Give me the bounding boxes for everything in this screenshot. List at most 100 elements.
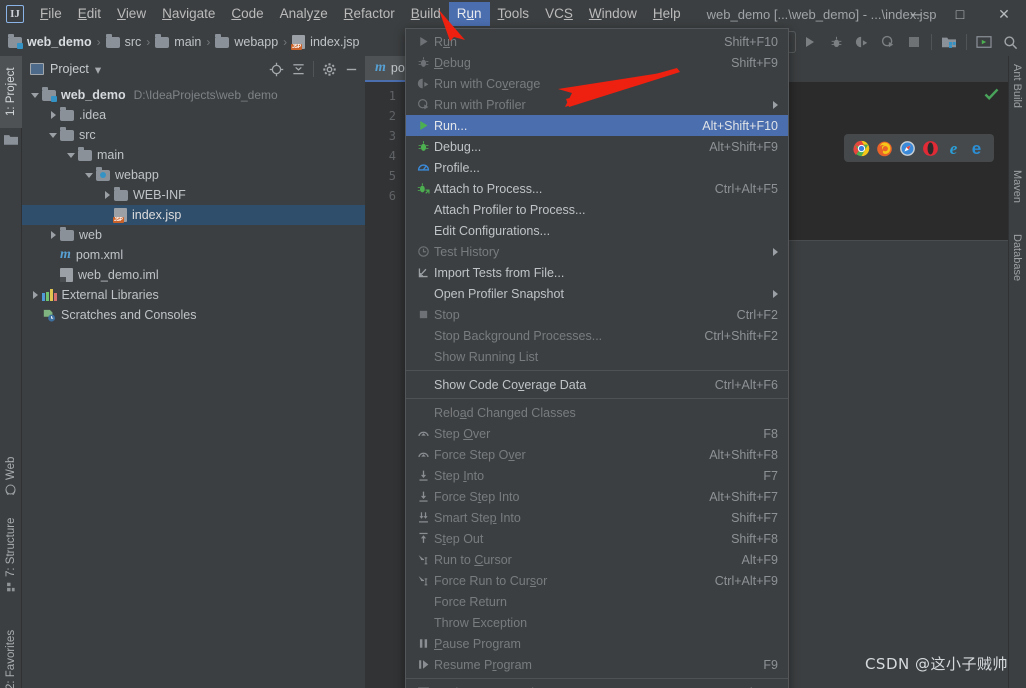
menu-item-pause-program[interactable]: Pause Program: [406, 633, 788, 654]
menu-item-edit-configurations[interactable]: Edit Configurations...: [406, 220, 788, 241]
menu-item-run-with-coverage[interactable]: Run with Coverage: [406, 73, 788, 94]
menubar-item-tools[interactable]: Tools: [490, 2, 538, 27]
menu-item-show-code-coverage-data[interactable]: Show Code Coverage Data Ctrl+Alt+F6: [406, 374, 788, 395]
chevron-right-icon[interactable]: [46, 225, 60, 245]
menu-item-force-step-over[interactable]: Force Step Over Alt+Shift+F8: [406, 444, 788, 465]
menubar-item-build[interactable]: Build: [403, 2, 449, 27]
breadcrumb-item-index-jsp[interactable]: index.jsp: [292, 35, 359, 49]
tree-node-web[interactable]: web: [22, 225, 365, 245]
menu-item-run-with-profiler[interactable]: Run with Profiler: [406, 94, 788, 115]
menu-item-resume-program[interactable]: Resume Program F9: [406, 654, 788, 675]
internet-explorer-icon[interactable]: e: [945, 140, 962, 157]
collapse-all-icon[interactable]: [288, 59, 308, 79]
chevron-down-icon[interactable]: [64, 145, 78, 165]
menu-item-step-out[interactable]: Step Out Shift+F8: [406, 528, 788, 549]
chevron-right-icon[interactable]: [100, 185, 114, 205]
menubar-item-help[interactable]: Help: [645, 2, 689, 27]
breadcrumb-item-webapp[interactable]: webapp: [215, 35, 278, 49]
menubar-item-navigate[interactable]: Navigate: [154, 2, 223, 27]
menu-item-attach-profiler-to-process[interactable]: Attach Profiler to Process...: [406, 199, 788, 220]
chevron-down-icon[interactable]: [82, 165, 96, 185]
tree-node-main[interactable]: main: [22, 145, 365, 165]
gear-icon[interactable]: [319, 59, 339, 79]
breadcrumb-item-src[interactable]: src: [106, 35, 142, 49]
menubar-item-view[interactable]: View: [109, 2, 154, 27]
debug-button[interactable]: [824, 31, 848, 53]
run-menu-dropdown[interactable]: Run Shift+F10 Debug Shift+F9 Run with Covera…: [405, 28, 789, 688]
maximize-button[interactable]: □: [938, 0, 982, 28]
menu-item-force-run-to-cursor[interactable]: Force Run to Cursor Ctrl+Alt+F9: [406, 570, 788, 591]
chevron-down-icon[interactable]: [28, 85, 42, 105]
tree-node-web_demo[interactable]: web_demo D:\IdeaProjects\web_demo: [22, 85, 365, 105]
minimize-icon[interactable]: [341, 59, 361, 79]
menu-item-run[interactable]: Run... Alt+Shift+F10: [406, 115, 788, 136]
menu-item-run[interactable]: Run Shift+F10: [406, 31, 788, 52]
sidebar-tab-ant-build[interactable]: Ant Build: [1008, 60, 1026, 112]
menubar-item-run[interactable]: Run: [449, 2, 490, 27]
menu-item-step-into[interactable]: Step Into F7: [406, 465, 788, 486]
tree-node-external-libraries[interactable]: External Libraries: [22, 285, 365, 305]
firefox-icon[interactable]: [876, 140, 893, 157]
menu-item-force-step-into[interactable]: Force Step Into Alt+Shift+F7: [406, 486, 788, 507]
sidebar-tab-structure[interactable]: 7: Structure: [0, 508, 22, 602]
menu-item-evaluate-expression[interactable]: Evaluate Expression...Alt+F8: [406, 682, 788, 688]
menu-item-debug[interactable]: Debug... Alt+Shift+F9: [406, 136, 788, 157]
menubar-item-edit[interactable]: Edit: [70, 2, 109, 27]
tree-node-src[interactable]: src: [22, 125, 365, 145]
select-run-config-button[interactable]: [972, 31, 996, 53]
menu-item-import-tests-from-file[interactable]: Import Tests from File...: [406, 262, 788, 283]
edge-icon[interactable]: e: [968, 140, 985, 157]
chevron-right-icon[interactable]: [46, 105, 60, 125]
breadcrumb-item-main[interactable]: main: [155, 35, 201, 49]
menubar-item-refactor[interactable]: Refactor: [336, 2, 403, 27]
tree-node-webapp[interactable]: webapp: [22, 165, 365, 185]
sidebar-tab-favorites[interactable]: 2: Favorites: [0, 612, 22, 688]
menu-item-debug[interactable]: Debug Shift+F9: [406, 52, 788, 73]
tree-node-web_demo-iml[interactable]: web_demo.iml: [22, 265, 365, 285]
menu-item-stop[interactable]: Stop Ctrl+F2: [406, 304, 788, 325]
menu-item-profile[interactable]: Profile...: [406, 157, 788, 178]
sidebar-tab-project[interactable]: 1: Project: [0, 56, 22, 128]
menu-item-step-over[interactable]: Step Over F8: [406, 423, 788, 444]
tree-node--idea[interactable]: .idea: [22, 105, 365, 125]
chevron-down-icon[interactable]: ▾: [95, 62, 101, 77]
tree-node-web-inf[interactable]: WEB-INF: [22, 185, 365, 205]
chrome-icon[interactable]: [853, 140, 870, 157]
menubar-item-window[interactable]: Window: [581, 2, 645, 27]
project-tree[interactable]: web_demo D:\IdeaProjects\web_demo .idea src…: [22, 82, 365, 688]
sidebar-tab-database[interactable]: Database: [1008, 228, 1026, 288]
menubar-item-analyze[interactable]: Analyze: [272, 2, 336, 27]
menu-item-show-running-list[interactable]: Show Running List: [406, 346, 788, 367]
menu-item-throw-exception[interactable]: Throw Exception: [406, 612, 788, 633]
menu-item-test-history[interactable]: Test History: [406, 241, 788, 262]
target-icon[interactable]: [266, 59, 286, 79]
menu-item-stop-background-processes[interactable]: Stop Background Processes... Ctrl+Shift+F…: [406, 325, 788, 346]
chevron-right-icon[interactable]: [28, 285, 42, 305]
menubar-item-vcs[interactable]: VCS: [537, 2, 581, 27]
run-with-coverage-button[interactable]: [850, 31, 874, 53]
menu-item-smart-step-into[interactable]: Smart Step Into Shift+F7: [406, 507, 788, 528]
menu-item-attach-to-process[interactable]: Attach to Process... Ctrl+Alt+F5: [406, 178, 788, 199]
stop-button[interactable]: [902, 31, 926, 53]
menubar-item-file[interactable]: File: [32, 2, 70, 27]
tree-node-index-jsp[interactable]: index.jsp: [22, 205, 365, 225]
project-structure-button[interactable]: [937, 31, 961, 53]
menu-item-open-profiler-snapshot[interactable]: Open Profiler Snapshot: [406, 283, 788, 304]
menu-item-reload-changed-classes[interactable]: Reload Changed Classes: [406, 402, 788, 423]
tree-node-scratches-and-consoles[interactable]: Scratches and Consoles: [22, 305, 365, 325]
run-with-profiler-button[interactable]: [876, 31, 900, 53]
minimize-button[interactable]: ─: [894, 0, 938, 28]
menu-item-run-to-cursor[interactable]: Run to Cursor Alt+F9: [406, 549, 788, 570]
opera-icon[interactable]: [922, 140, 939, 157]
safari-icon[interactable]: [899, 140, 916, 157]
sidebar-tab-web[interactable]: Web: [0, 452, 22, 500]
breadcrumb-item-web_demo[interactable]: web_demo: [8, 35, 92, 49]
menu-item-force-return[interactable]: Force Return: [406, 591, 788, 612]
close-button[interactable]: ✕: [982, 0, 1026, 28]
search-everywhere-button[interactable]: [998, 31, 1022, 53]
chevron-down-icon[interactable]: [46, 125, 60, 145]
menubar-item-code[interactable]: Code: [223, 2, 271, 27]
sidebar-tab-maven[interactable]: Maven: [1008, 164, 1026, 210]
tree-node-pom-xml[interactable]: m pom.xml: [22, 245, 365, 265]
run-button[interactable]: [798, 31, 822, 53]
